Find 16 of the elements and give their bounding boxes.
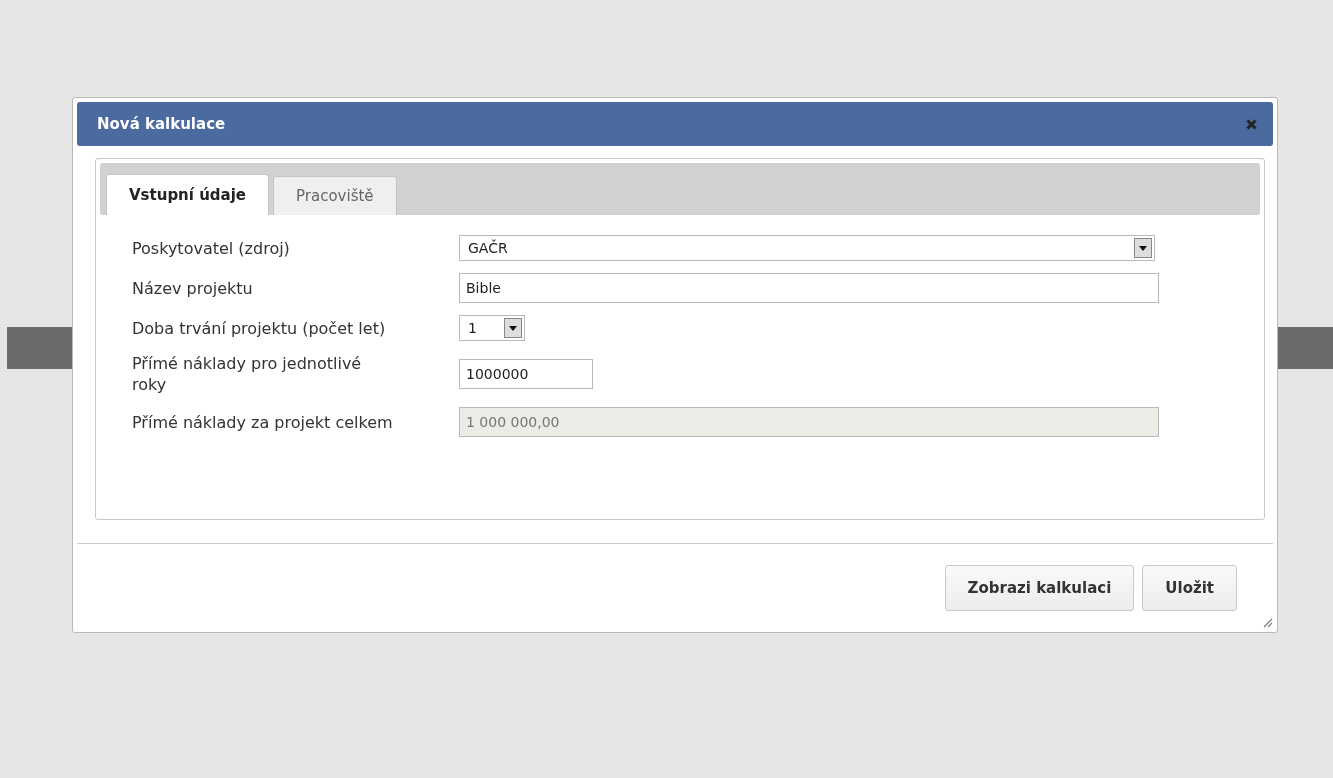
select-field[interactable]: 1 bbox=[459, 315, 525, 341]
input-field[interactable]: Bible bbox=[459, 273, 1159, 303]
field-label: Doba trvání projektu (počet let) bbox=[132, 317, 387, 339]
tab[interactable]: Vstupní údaje bbox=[106, 174, 270, 215]
select-field[interactable]: GAČR bbox=[459, 235, 1155, 261]
field-label: Přímé náklady pro jednotlivé roky bbox=[132, 353, 363, 395]
dialog-button[interactable]: Zobrazi kalkulaci bbox=[944, 565, 1135, 611]
field-label: Poskytovatel (zdroj) bbox=[132, 237, 291, 259]
input-field[interactable]: 1000000 bbox=[459, 359, 593, 389]
tab[interactable]: Pracoviště bbox=[273, 176, 397, 215]
dialog-button[interactable]: Uložit bbox=[1142, 565, 1237, 611]
field-label: Přímé náklady za projekt celkem bbox=[132, 411, 394, 433]
resize-grip-icon[interactable] bbox=[1261, 616, 1273, 628]
close-icon[interactable] bbox=[1246, 118, 1257, 130]
dialog-title: Nová kalkulace bbox=[97, 115, 226, 133]
field-label: Název projektu bbox=[132, 277, 254, 299]
